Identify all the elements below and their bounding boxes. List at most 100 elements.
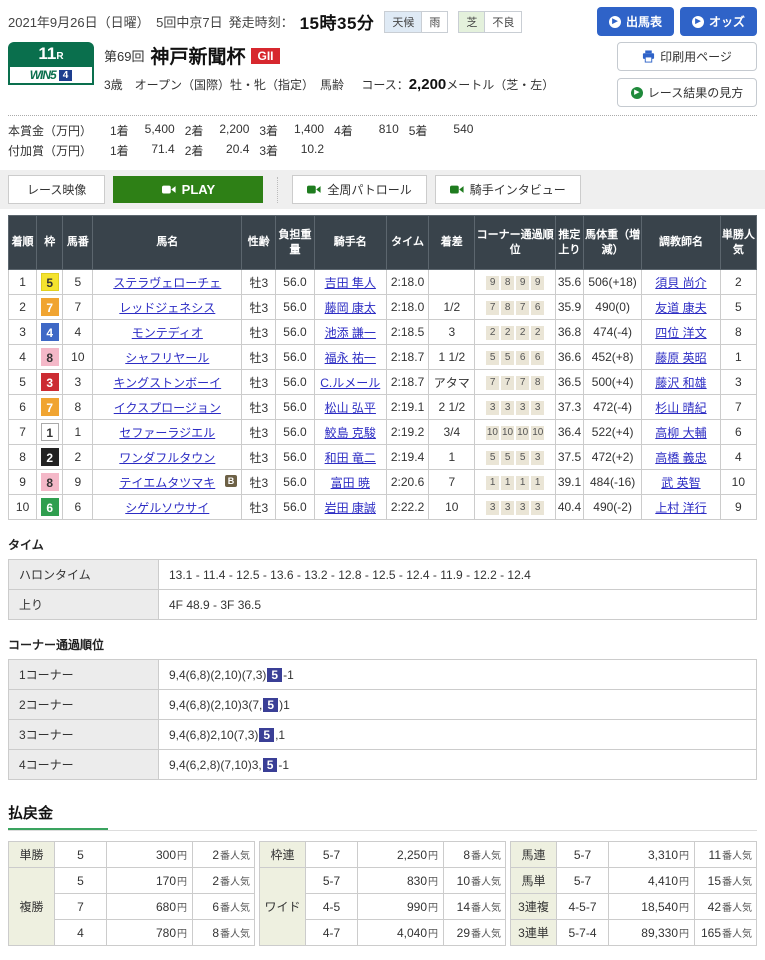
popularity-suffix: 番人気: [722, 903, 752, 914]
result-guide-label: レース結果の見方: [648, 84, 743, 101]
jockey-name-link[interactable]: 福永 祐一: [325, 351, 376, 365]
corner-position-box: 7: [501, 376, 514, 390]
grade-badge: GII: [251, 48, 279, 64]
trainer-name-link[interactable]: 四位 洋文: [655, 326, 706, 340]
trainer-cell: 高柳 大輔: [642, 420, 720, 445]
prize-main-values: 1着5,4002着2,2003着1,4004着8105着540: [100, 122, 473, 139]
payout-popularity-value: 29: [457, 926, 470, 940]
finish-time: 2:18.7: [386, 370, 428, 395]
corner-order-post: ,1: [275, 728, 285, 742]
horse-name-link[interactable]: セファーラジエル: [119, 426, 215, 440]
trainer-name-link[interactable]: 藤沢 和雄: [655, 376, 706, 390]
finish-position: 10: [9, 495, 37, 520]
win5-badge: WIN5 4: [8, 65, 94, 85]
last-3f: 36.5: [555, 370, 583, 395]
payout-combination: 4-5-7: [557, 894, 609, 920]
trainer-cell: 四位 洋文: [642, 320, 720, 345]
corner-positions: 7778: [475, 370, 555, 395]
prize-rank: 2着: [185, 142, 204, 159]
print-page-button[interactable]: 印刷用ページ: [617, 42, 757, 71]
corner-position-box: 5: [516, 451, 529, 465]
win-popularity: 7: [720, 395, 756, 420]
corner-row-value: 9,4(6,8)2,10(7,3)5,1: [159, 720, 757, 750]
payout-row: 複勝5170円2番人気: [9, 868, 255, 894]
jockey-name-link[interactable]: 和田 竜二: [325, 451, 376, 465]
payout-amount: 89,330円: [609, 920, 695, 946]
jockey-cell: 和田 竜二: [314, 445, 386, 470]
jockey-name-link[interactable]: 吉田 隼人: [325, 276, 376, 290]
prize-amount: 10.2: [278, 142, 324, 159]
trainer-name-link[interactable]: 友道 康夫: [655, 301, 706, 315]
result-row: 277レッドジェネシス牡356.0藤岡 康太2:18.01/2787635.94…: [9, 295, 757, 320]
result-guide-button[interactable]: ▶ レース結果の見方: [617, 78, 757, 107]
corner-position-box: 3: [486, 501, 499, 515]
results-header-cell: 馬名: [93, 216, 242, 270]
corner-positions: 9899: [475, 270, 555, 295]
trainer-name-link[interactable]: 武 英智: [661, 476, 700, 490]
horse-name-link[interactable]: シゲルソウサイ: [125, 501, 209, 515]
prize-rank: 1着: [110, 142, 129, 159]
time-row-label: ハロンタイム: [9, 560, 159, 590]
payout-amount: 780円: [107, 920, 193, 946]
patrol-video-button[interactable]: 全周パトロール: [292, 175, 426, 204]
race-title: 神戸新聞杯: [150, 42, 245, 69]
trainer-name-link[interactable]: 上村 洋行: [655, 501, 706, 515]
horse-name-link[interactable]: イクスプロージョン: [114, 401, 221, 415]
jockey-name-link[interactable]: 藤岡 康太: [325, 301, 376, 315]
prize-amount: 20.4: [203, 142, 249, 159]
horse-number: 8: [63, 395, 93, 420]
time-section-title: タイム: [8, 536, 757, 553]
trainer-name-link[interactable]: 高柳 大輔: [655, 426, 706, 440]
sex-age: 牡3: [242, 370, 276, 395]
jockey-name-link[interactable]: 松山 弘平: [325, 401, 376, 415]
jockey-name-link[interactable]: 池添 謙一: [325, 326, 376, 340]
horse-name-link[interactable]: ワンダフルタウン: [119, 451, 215, 465]
corner-section-title: コーナー通過順位: [8, 636, 757, 653]
last-3f: 36.6: [555, 345, 583, 370]
bet-type-label: ワイド: [260, 868, 306, 946]
payout-amount: 4,040円: [358, 920, 444, 946]
carried-weight: 56.0: [276, 295, 314, 320]
horse-name-link[interactable]: テイエムタツマキ: [119, 476, 215, 490]
jockey-name-link[interactable]: 岩田 康誠: [325, 501, 376, 515]
corner-position-box: 3: [531, 501, 544, 515]
horse-name-cell: モンテディオ: [93, 320, 242, 345]
corner-order-post: -1: [283, 668, 294, 682]
result-row: 678イクスプロージョン牡356.0松山 弘平2:19.12 1/2333337…: [9, 395, 757, 420]
corner-table: 1コーナー9,4(6,8)(2,10)(7,3)5-12コーナー9,4(6,8)…: [8, 659, 757, 780]
top-header: 2021年9月26日（日曜） 5回中京7日 発走時刻： 15時35分 天候 雨 …: [8, 0, 757, 36]
winner-highlight: 5: [259, 728, 274, 742]
prize-amount: 540: [427, 122, 473, 139]
corner-position-box: 5: [486, 351, 499, 365]
trainer-name-link[interactable]: 高橋 義忠: [655, 451, 706, 465]
trainer-name-link[interactable]: 藤原 英昭: [655, 351, 706, 365]
jockey-name-link[interactable]: C.ルメール: [320, 376, 380, 390]
horse-name-link[interactable]: モンテディオ: [132, 326, 203, 340]
prize-section: 本賞金（万円） 1着5,4002着2,2003着1,4004着8105着540 …: [8, 116, 757, 164]
payout-combination: 5: [55, 868, 107, 894]
play-button[interactable]: PLAY: [113, 176, 263, 203]
result-row: 155ステラヴェローチェ牡356.0吉田 隼人2:18.0989935.6506…: [9, 270, 757, 295]
horse-name-link[interactable]: レッドジェネシス: [119, 301, 215, 315]
odds-button[interactable]: ▶ オッズ: [680, 7, 757, 36]
horse-name-link[interactable]: キングストンボーイ: [113, 376, 221, 390]
jockey-interview-button[interactable]: 騎手インタビュー: [435, 175, 581, 204]
result-row: 344モンテディオ牡356.0池添 謙一2:18.53222236.8474(-…: [9, 320, 757, 345]
last-3f: 40.4: [555, 495, 583, 520]
horse-name-link[interactable]: ステラヴェローチェ: [113, 276, 221, 290]
payout-combination: 5-7: [557, 868, 609, 894]
racecard-button[interactable]: ▶ 出馬表: [597, 7, 674, 36]
jockey-name-link[interactable]: 鮫島 克駿: [325, 426, 376, 440]
finish-time: 2:18.0: [386, 295, 428, 320]
trainer-name-link[interactable]: 杉山 晴紀: [655, 401, 706, 415]
payout-combination: 5: [55, 842, 107, 868]
payout-popularity-value: 6: [212, 900, 219, 914]
play-button-label: PLAY: [182, 182, 215, 197]
trainer-name-link[interactable]: 須貝 尚介: [655, 276, 706, 290]
margin: 1: [429, 445, 475, 470]
payout-row: 馬連5-73,310円11番人気: [511, 842, 757, 868]
payout-popularity-value: 2: [212, 874, 219, 888]
horse-name-link[interactable]: シャフリヤール: [125, 351, 209, 365]
jockey-name-link[interactable]: 富田 暁: [331, 476, 370, 490]
corner-positions: 5566: [475, 345, 555, 370]
